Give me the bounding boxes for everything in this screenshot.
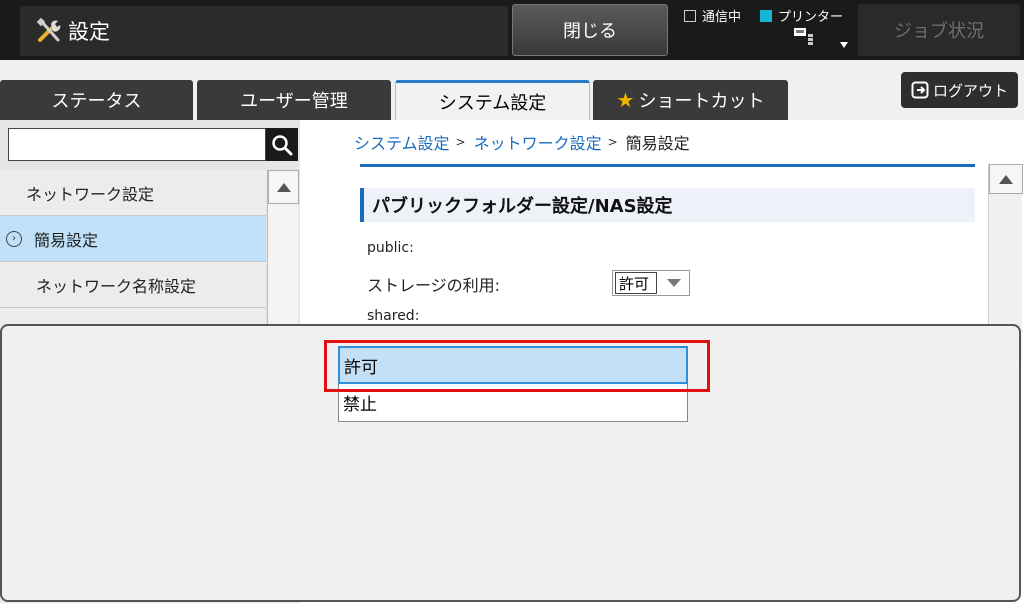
- job-status-button[interactable]: ジョブ状況: [858, 4, 1020, 56]
- storage-use-value: 許可: [615, 272, 657, 294]
- breadcrumb-current: 簡易設定: [625, 134, 690, 153]
- app-title-block: 設定: [20, 6, 508, 56]
- breadcrumb-system-settings[interactable]: システム設定: [354, 130, 450, 154]
- comm-indicator: [684, 9, 696, 22]
- search-icon: [272, 134, 293, 155]
- search-input[interactable]: [8, 128, 266, 161]
- search-bar: [8, 128, 300, 162]
- public-label: public:: [367, 240, 414, 256]
- breadcrumb: システム設定 > ネットワーク設定 > 簡易設定: [354, 130, 690, 154]
- sidebar-scrollbar[interactable]: [267, 170, 299, 330]
- tools-icon: [36, 17, 61, 42]
- sidebar-item-network-settings[interactable]: ネットワーク設定: [0, 170, 266, 216]
- printer-icon[interactable]: [792, 26, 814, 48]
- breadcrumb-network-settings[interactable]: ネットワーク設定: [474, 130, 602, 154]
- storage-use-label: ストレージの利用:: [367, 276, 501, 295]
- dropdown-options: 許可 禁止: [338, 346, 688, 422]
- dropdown-overlay: 許可 禁止: [0, 324, 1021, 602]
- scroll-up-button[interactable]: [268, 170, 299, 204]
- dropdown-arrow-icon: [667, 279, 681, 287]
- option-allow[interactable]: 許可: [338, 346, 688, 384]
- shared-label: shared:: [367, 308, 420, 324]
- logout-label: ログアウト: [932, 81, 1008, 100]
- arrow-up-icon: [999, 174, 1013, 184]
- logout-button[interactable]: ログアウト: [901, 72, 1018, 108]
- status-area: 通信中 プリンター: [684, 4, 854, 54]
- top-bar: 設定 閉じる 通信中 プリンター ジョブ状況: [0, 0, 1024, 60]
- sidebar-item-network-name[interactable]: ネットワーク名称設定: [0, 262, 266, 308]
- close-button[interactable]: 閉じる: [512, 4, 668, 56]
- main-scroll-up-button[interactable]: [989, 164, 1023, 194]
- app-title: 設定: [68, 20, 110, 44]
- option-deny[interactable]: 禁止: [338, 384, 688, 422]
- printer-indicator: [760, 9, 772, 22]
- chevron-right-icon: ›: [6, 230, 22, 247]
- search-button[interactable]: [266, 128, 298, 161]
- sidebar-item-easy-settings[interactable]: › 簡易設定: [0, 216, 266, 262]
- settings-screen: 設定 閉じる 通信中 プリンター ジョブ状況 ステータス ユーザー管理 システム…: [0, 0, 1024, 603]
- printer-status: プリンター: [760, 6, 843, 25]
- section-title: パブリックフォルダー設定/NAS設定: [360, 188, 975, 222]
- comm-status: 通信中: [684, 6, 741, 25]
- tab-user-management[interactable]: ユーザー管理: [197, 80, 391, 120]
- arrow-up-icon: [276, 182, 291, 192]
- sidebar-item-label: 簡易設定: [34, 230, 99, 250]
- printer-status-label: プリンター: [778, 10, 844, 25]
- star-icon: ★: [616, 88, 635, 112]
- chevron-down-icon[interactable]: [840, 42, 848, 48]
- breadcrumb-separator: >: [455, 135, 466, 149]
- logout-icon: [911, 81, 929, 99]
- content-divider: [360, 164, 975, 167]
- storage-use-select[interactable]: 許可: [612, 270, 690, 296]
- comm-status-label: 通信中: [702, 10, 742, 25]
- tab-shortcut[interactable]: ★ ショートカット: [593, 80, 788, 120]
- breadcrumb-separator: >: [607, 135, 618, 149]
- tab-system-settings[interactable]: システム設定: [395, 80, 590, 121]
- tab-shortcut-label: ショートカット: [638, 91, 765, 112]
- tab-status[interactable]: ステータス: [0, 80, 193, 120]
